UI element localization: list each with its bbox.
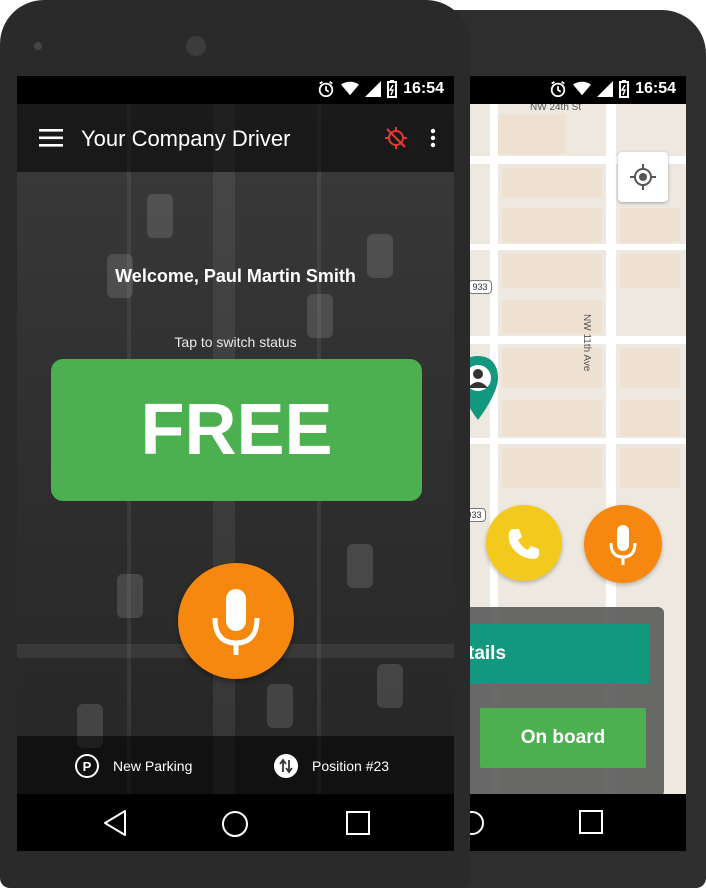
status-time: 16:54: [403, 80, 444, 97]
front-camera: [186, 36, 206, 56]
phone-icon: [508, 529, 539, 559]
street-label: NW 11th Ave: [581, 314, 592, 372]
position-indicator[interactable]: Position #23: [274, 754, 389, 778]
onboard-button[interactable]: On board: [480, 708, 646, 768]
mic-icon: [609, 525, 637, 565]
status-screen: 16:54 Your Company Driver Welcome, Paul …: [17, 76, 454, 851]
street-label: NW 24th St: [530, 104, 582, 113]
mic-button[interactable]: [584, 505, 662, 583]
swap-vert-icon: [274, 754, 298, 778]
driver-pin-icon[interactable]: [466, 354, 500, 424]
navigation-bar: [466, 794, 686, 851]
parking-icon: P: [75, 754, 99, 778]
bottom-action-bar: P New Parking Position #23: [17, 736, 454, 794]
wifi-icon: [341, 81, 360, 96]
more-vert-icon[interactable]: [429, 128, 437, 148]
alarm-icon: [318, 81, 334, 98]
signal-icon: [597, 81, 614, 97]
sensor-dot: [34, 42, 42, 50]
status-time: 16:54: [635, 80, 676, 97]
details-button-label: tails: [468, 643, 507, 664]
welcome-message: Welcome, Paul Martin Smith: [115, 266, 356, 286]
new-parking-button[interactable]: P New Parking: [75, 754, 192, 778]
position-label: Position #23: [312, 758, 390, 774]
menu-icon[interactable]: [39, 128, 63, 148]
app-toolbar: Your Company Driver: [17, 104, 454, 172]
my-location-button[interactable]: [618, 152, 668, 202]
my-location-icon: [630, 164, 656, 190]
promo-stage: 16:54 NW 24th St NW 11th Ave 933 933 tai…: [0, 0, 706, 888]
tap-hint: Tap to switch status: [174, 334, 297, 350]
recents-icon[interactable]: [345, 810, 371, 836]
gps-off-icon[interactable]: [383, 125, 409, 151]
mic-button[interactable]: [178, 563, 294, 679]
battery-icon: [619, 80, 630, 98]
route-shield: 933: [468, 280, 492, 294]
app-title: Your Company Driver: [81, 126, 291, 151]
map-screen: 16:54 NW 24th St NW 11th Ave 933 933 tai…: [466, 76, 686, 851]
recents-icon[interactable]: [578, 809, 604, 835]
details-button[interactable]: tails: [466, 624, 649, 684]
wifi-icon: [573, 81, 592, 96]
battery-icon: [387, 80, 398, 98]
status-toggle-button[interactable]: FREE: [51, 359, 422, 501]
new-parking-label: New Parking: [113, 758, 193, 774]
map-view[interactable]: NW 24th St NW 11th Ave 933 933 tails On …: [466, 104, 686, 794]
alarm-icon: [550, 81, 566, 98]
home-icon[interactable]: [220, 809, 250, 839]
ride-panel: tails On board: [466, 607, 664, 794]
mic-icon: [212, 589, 260, 655]
back-icon[interactable]: [101, 808, 129, 838]
status-bar: 16:54: [17, 76, 454, 104]
signal-icon: [365, 81, 382, 97]
call-button[interactable]: [486, 505, 562, 581]
status-bar: 16:54: [466, 76, 686, 104]
navigation-bar: [17, 794, 454, 851]
